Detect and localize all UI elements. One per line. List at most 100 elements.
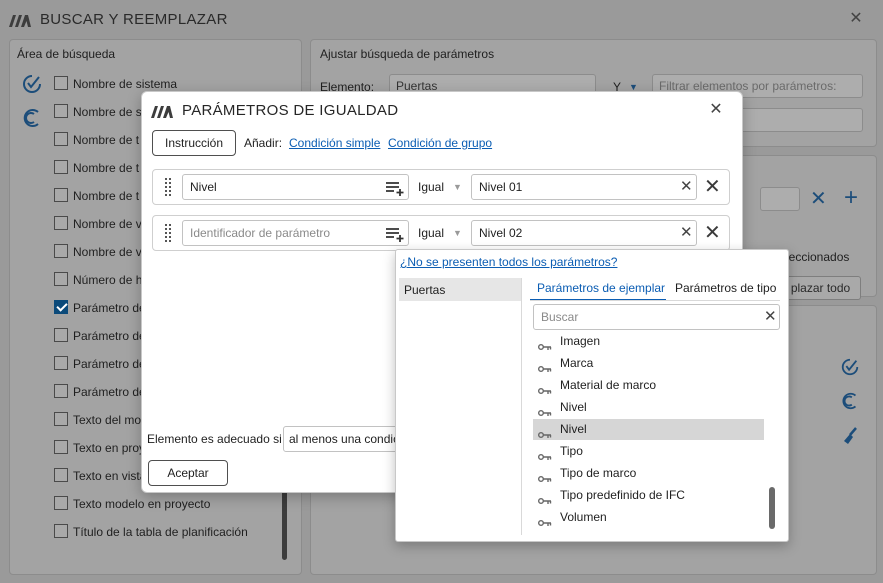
parameter-name: Tipo predefinido de IFC bbox=[560, 488, 685, 502]
selected-label: leccionados bbox=[786, 250, 850, 264]
search-area-checkbox[interactable] bbox=[54, 412, 68, 426]
simple-condition-link[interactable]: Condición simple bbox=[289, 136, 380, 150]
search-area-checkbox[interactable] bbox=[54, 76, 68, 90]
key-icon bbox=[538, 359, 552, 372]
remove-replace-icon[interactable]: ✕ bbox=[810, 186, 827, 211]
add-label: Añadir: bbox=[244, 136, 283, 150]
search-area-checkbox[interactable] bbox=[54, 384, 68, 398]
search-area-label: Texto en vista bbox=[73, 469, 147, 483]
search-area-checkbox[interactable] bbox=[54, 496, 68, 510]
accept-button[interactable]: Aceptar bbox=[148, 460, 228, 486]
search-area-label: Parámetro de bbox=[73, 385, 146, 399]
tab-type-params[interactable]: Parámetros de tipo bbox=[675, 281, 776, 295]
value-field[interactable]: Nivel 02 bbox=[471, 220, 697, 246]
clear-value-icon[interactable]: ✕ bbox=[680, 179, 693, 195]
search-area-checkbox[interactable] bbox=[54, 524, 68, 538]
search-area-checkbox[interactable] bbox=[54, 272, 68, 286]
results-select-all-icon[interactable] bbox=[840, 357, 860, 383]
remove-condition-icon[interactable]: ✕ bbox=[704, 223, 721, 243]
search-area-checkbox[interactable] bbox=[54, 132, 68, 146]
search-area-checkbox[interactable] bbox=[54, 216, 68, 230]
param-list-scrollbar[interactable] bbox=[769, 487, 775, 529]
parameter-list-item[interactable]: Tipo de marco bbox=[533, 463, 764, 484]
condition-row: Nivel Igual ▼ Nivel 01 ✕ ✕ bbox=[152, 169, 730, 205]
group-condition-link[interactable]: Condición de grupo bbox=[388, 136, 492, 150]
search-area-checkbox[interactable] bbox=[54, 244, 68, 258]
clean-brush-icon[interactable] bbox=[840, 426, 860, 452]
parameter-field[interactable]: Nivel bbox=[182, 174, 409, 200]
search-area-checkbox[interactable] bbox=[54, 356, 68, 370]
results-deselect-icon[interactable] bbox=[840, 391, 860, 417]
main-window-title: BUSCAR Y REEMPLAZAR bbox=[40, 11, 228, 28]
tab-divider bbox=[530, 300, 780, 301]
parameter-list-item[interactable]: Tipo predefinido de IFC bbox=[533, 485, 764, 506]
key-icon bbox=[538, 513, 552, 526]
tab-instance-params[interactable]: Parámetros de ejemplar bbox=[537, 281, 665, 295]
search-area-checkbox[interactable] bbox=[54, 188, 68, 202]
missing-params-link[interactable]: ¿No se presenten todos los parámetros? bbox=[400, 255, 617, 269]
value-field[interactable]: Nivel 01 bbox=[471, 174, 697, 200]
select-all-icon[interactable] bbox=[21, 73, 43, 101]
search-area-checkbox[interactable] bbox=[54, 104, 68, 118]
replace-field[interactable] bbox=[760, 187, 800, 211]
deselect-all-icon[interactable] bbox=[21, 107, 43, 135]
match-mode-select[interactable]: al menos una condic bbox=[283, 426, 403, 452]
search-area-checkbox[interactable] bbox=[54, 328, 68, 342]
parameter-name: Volumen bbox=[560, 510, 607, 524]
add-replace-icon[interactable]: + bbox=[844, 184, 858, 212]
parameter-list-item[interactable]: Material de marco bbox=[533, 375, 764, 396]
search-area-label: Parámetro de bbox=[73, 329, 146, 343]
search-area-checkbox[interactable] bbox=[54, 160, 68, 174]
drag-handle-icon[interactable] bbox=[165, 178, 173, 196]
category-item-label: Puertas bbox=[404, 283, 446, 297]
operator-select[interactable]: Igual bbox=[418, 226, 444, 240]
search-area-label: Texto modelo en proyecto bbox=[73, 497, 211, 511]
key-icon bbox=[538, 425, 552, 438]
operator-chevron-icon: ▼ bbox=[453, 228, 462, 238]
add-list-icon[interactable] bbox=[385, 226, 407, 242]
add-list-icon[interactable] bbox=[385, 180, 407, 196]
parameter-list-item[interactable]: Nivel bbox=[533, 419, 764, 440]
parameter-list-item[interactable]: Imagen bbox=[533, 331, 764, 352]
parameter-list-item[interactable]: Tipo bbox=[533, 441, 764, 462]
search-area-label: Nombre de t bbox=[73, 133, 140, 147]
param-search-heading: Ajustar búsqueda de parámetros bbox=[320, 47, 495, 61]
parameter-name: Tipo bbox=[560, 444, 583, 458]
search-area-label: Nombre de s bbox=[73, 105, 142, 119]
parameter-list-item[interactable]: Nivel bbox=[533, 397, 764, 418]
search-area-label: Nombre de t bbox=[73, 189, 140, 203]
drag-handle-icon[interactable] bbox=[165, 224, 173, 242]
clear-value-icon[interactable]: ✕ bbox=[680, 225, 693, 241]
main-close-icon[interactable]: ✕ bbox=[846, 9, 866, 29]
search-area-label: Nombre de v bbox=[73, 245, 142, 259]
key-icon bbox=[538, 403, 552, 416]
search-area-checkbox[interactable] bbox=[54, 468, 68, 482]
dialog-close-icon[interactable]: ✕ bbox=[706, 100, 726, 120]
divider bbox=[521, 278, 522, 535]
parameter-list-item[interactable]: Marca bbox=[533, 353, 764, 374]
operator-chevron-icon: ▼ bbox=[453, 182, 462, 192]
search-area-label: Parámetro de bbox=[73, 301, 146, 315]
instruction-button[interactable]: Instrucción bbox=[152, 130, 236, 156]
search-area-label: Texto en proy bbox=[73, 441, 146, 455]
parameter-field[interactable]: Identificador de parámetro bbox=[182, 220, 409, 246]
operator-select[interactable]: Igual bbox=[418, 180, 444, 194]
key-icon bbox=[538, 381, 552, 394]
replace-all-button[interactable]: plazar todo bbox=[780, 276, 861, 300]
search-area-heading: Área de búsqueda bbox=[17, 47, 116, 61]
param-search-input[interactable]: Buscar bbox=[533, 304, 780, 330]
search-area-scrollbar[interactable] bbox=[282, 490, 287, 560]
remove-condition-icon[interactable]: ✕ bbox=[704, 177, 721, 197]
key-icon bbox=[538, 469, 552, 482]
parameter-list-item[interactable]: Volumen bbox=[533, 507, 764, 528]
parameter-name: Material de marco bbox=[560, 378, 657, 392]
search-area-checkbox[interactable] bbox=[54, 440, 68, 454]
parameter-name: Nivel bbox=[560, 422, 587, 436]
search-area-label: Nombre de t bbox=[73, 161, 140, 175]
parameter-name: Nivel bbox=[560, 400, 587, 414]
parameter-picker-popup: ¿No se presenten todos los parámetros? P… bbox=[395, 249, 789, 542]
condition-row: Identificador de parámetro Igual ▼ Nivel… bbox=[152, 215, 730, 251]
search-area-label: Nombre de v bbox=[73, 217, 142, 231]
clear-search-icon[interactable]: ✕ bbox=[764, 309, 777, 325]
search-area-checkbox[interactable] bbox=[54, 300, 68, 314]
